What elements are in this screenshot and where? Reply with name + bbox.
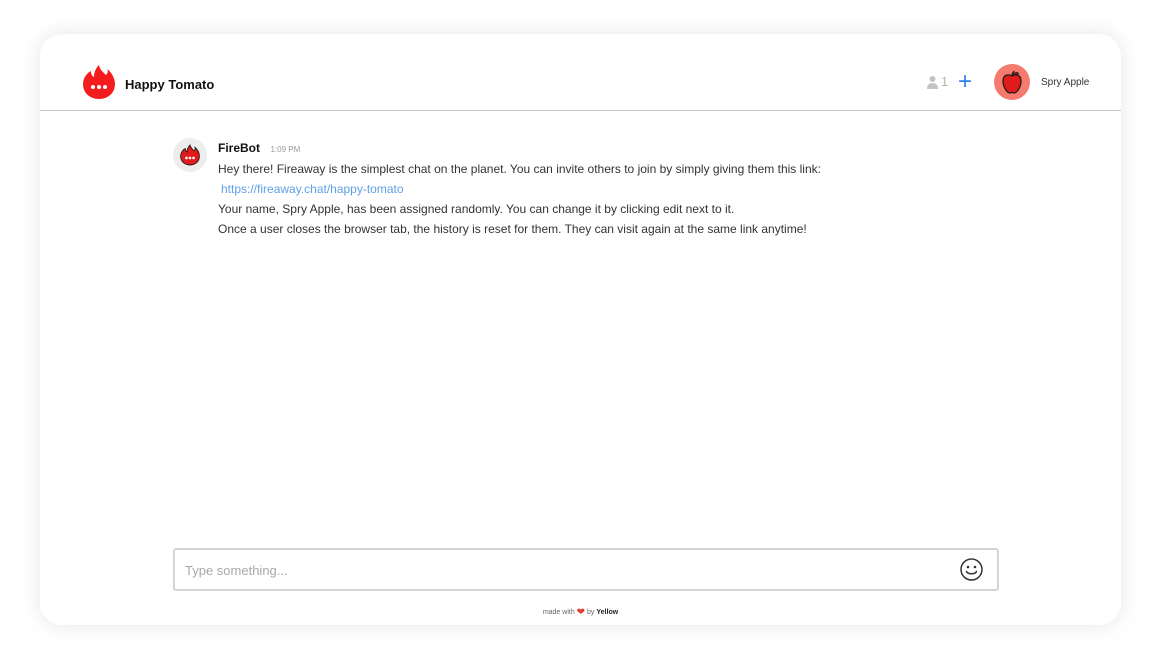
user-count-value: 1 xyxy=(941,74,949,89)
person-icon xyxy=(927,75,938,89)
message-body: FireBot 1:09 PM Hey there! Fireaway is t… xyxy=(218,139,958,239)
message-composer xyxy=(173,548,999,591)
footer-made-with: made with xyxy=(542,609,575,616)
fire-chat-icon xyxy=(180,144,200,166)
message-text-line: Your name, Spry Apple, has been assigned… xyxy=(218,202,735,216)
smiley-icon xyxy=(960,558,983,581)
user-avatar[interactable] xyxy=(994,64,1030,100)
message-text-line: Hey there! Fireaway is the simplest chat… xyxy=(218,162,821,176)
online-users-count[interactable]: 1 xyxy=(927,74,948,89)
message-sender: FireBot xyxy=(218,141,260,155)
chat-window: Happy Tomato 1 + Spry Apple FireBot 1:09… xyxy=(40,34,1121,625)
footer-credit: made with ❤ by Yellow xyxy=(40,607,1121,618)
heart-icon: ❤ xyxy=(576,607,586,618)
add-user-button[interactable]: + xyxy=(954,69,976,95)
message-meta: FireBot 1:09 PM xyxy=(218,139,958,157)
footer-by: by xyxy=(587,609,595,616)
plus-icon: + xyxy=(957,68,972,95)
invite-link[interactable]: https://fireaway.chat/happy-tomato xyxy=(221,179,404,199)
username-label[interactable]: Spry Apple xyxy=(1041,77,1089,88)
message-text-line: Once a user closes the browser tab, the … xyxy=(218,222,807,236)
room-name: Happy Tomato xyxy=(125,77,215,92)
footer-brand-link[interactable]: Yellow xyxy=(596,609,618,616)
apple-icon xyxy=(1002,70,1022,94)
fire-chat-icon[interactable] xyxy=(82,64,116,100)
bot-avatar xyxy=(173,138,207,172)
message-time: 1:09 PM xyxy=(270,145,301,154)
chat-header: Happy Tomato 1 + Spry Apple xyxy=(40,34,1121,111)
emoji-button[interactable] xyxy=(959,557,984,582)
message-input[interactable] xyxy=(183,550,947,591)
